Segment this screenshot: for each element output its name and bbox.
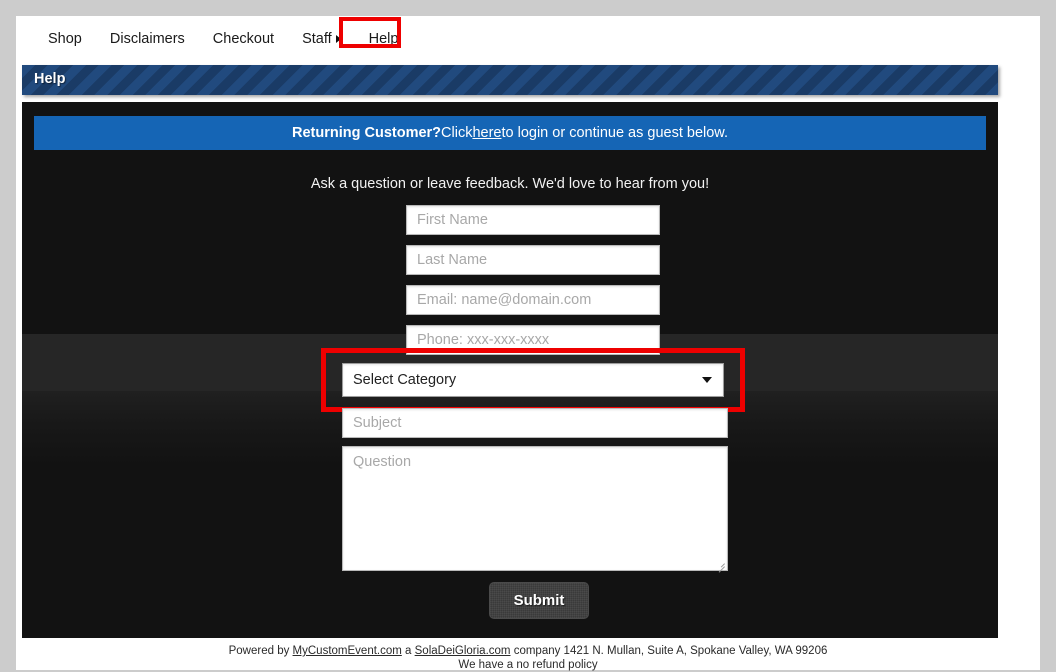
main-navigation: Shop Disclaimers Checkout Staff Help <box>16 16 1040 60</box>
phone-input[interactable] <box>406 325 660 355</box>
category-select-wrapper: Select Category <box>342 363 724 397</box>
nav-item-disclaimers[interactable]: Disclaimers <box>96 27 199 51</box>
chevron-down-icon <box>702 377 712 383</box>
email-input[interactable] <box>406 285 660 315</box>
section-title-bar: Help <box>22 65 998 95</box>
nav-item-shop[interactable]: Shop <box>34 27 96 51</box>
subject-input[interactable] <box>342 408 728 438</box>
nav-item-help-label: Help <box>368 31 399 47</box>
help-form: Select Category Submit <box>22 102 998 638</box>
nav-item-checkout-label: Checkout <box>212 31 275 47</box>
nav-item-staff-label: Staff <box>302 31 332 47</box>
browser-page: Shop Disclaimers Checkout Staff Help Hel… <box>16 16 1040 672</box>
footer-suffix: company 1421 N. Mullan, Suite A, Spokane… <box>510 645 828 657</box>
footer: Powered by MyCustomEvent.com a SolaDeiGl… <box>16 644 1040 672</box>
submit-button[interactable]: Submit <box>489 582 589 619</box>
nav-item-help[interactable]: Help <box>355 27 413 51</box>
nav-item-shop-label: Shop <box>48 31 82 47</box>
caret-right-icon <box>335 35 341 43</box>
footer-prefix: Powered by <box>228 645 293 657</box>
nav-item-disclaimers-label: Disclaimers <box>109 31 185 47</box>
content-panel: Returning Customer? Click here to login … <box>22 102 998 638</box>
question-textarea[interactable] <box>342 446 728 571</box>
footer-link-soladeigloria[interactable]: SolaDeiGloria.com <box>415 645 511 657</box>
nav-item-staff[interactable]: Staff <box>288 27 351 51</box>
section-title-text: Help <box>34 71 66 87</box>
first-name-input[interactable] <box>406 205 660 235</box>
category-select[interactable]: Select Category <box>342 363 724 397</box>
nav-item-checkout[interactable]: Checkout <box>199 27 288 51</box>
nav-item-help-wrapper: Help <box>338 17 413 51</box>
category-select-value: Select Category <box>353 372 457 388</box>
footer-link-mycustomevent[interactable]: MyCustomEvent.com <box>293 645 402 657</box>
footer-middle: a <box>401 645 415 657</box>
last-name-input[interactable] <box>406 245 660 275</box>
nav-list: Shop Disclaimers Checkout Staff Help <box>34 17 413 51</box>
footer-line-1: Powered by MyCustomEvent.com a SolaDeiGl… <box>16 644 1040 658</box>
